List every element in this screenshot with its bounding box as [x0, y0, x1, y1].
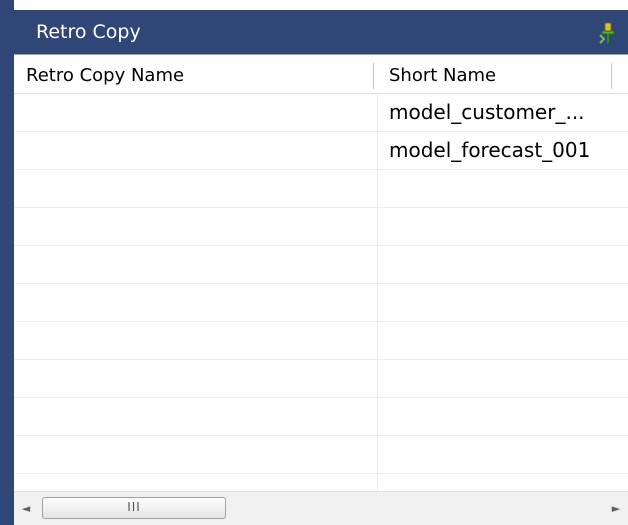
empty-row — [14, 246, 628, 284]
column-header-retro-copy-name[interactable]: Retro Copy Name — [26, 59, 372, 93]
empty-row — [14, 284, 628, 322]
empty-row — [14, 436, 628, 474]
horizontal-scrollbar[interactable]: ◄ III ► — [14, 491, 628, 525]
retro-copy-panel: Retro Copy Retro Copy Name Short Name mo… — [0, 0, 628, 525]
column-separator[interactable] — [611, 63, 612, 89]
pin-icon[interactable] — [596, 21, 620, 45]
empty-row — [14, 170, 628, 208]
panel-left-border — [0, 0, 14, 525]
scroll-right-arrow-icon[interactable]: ► — [604, 492, 628, 525]
table-row[interactable]: model_forecast_001 model_forecast_001 — [14, 132, 628, 170]
column-header-short-name[interactable]: Short Name — [389, 59, 609, 93]
empty-row — [14, 322, 628, 360]
table-header: Retro Copy Name Short Name — [14, 59, 628, 94]
empty-row — [14, 398, 628, 436]
empty-row — [14, 208, 628, 246]
grid-area: Retro Copy Name Short Name model_custome… — [14, 54, 628, 525]
column-separator[interactable] — [373, 63, 374, 89]
table-body: model_customer_001 model_customer_... mo… — [14, 94, 628, 512]
scroll-left-arrow-icon[interactable]: ◄ — [14, 492, 38, 525]
panel-title: Retro Copy — [36, 21, 141, 43]
panel-titlebar: Retro Copy — [14, 10, 628, 54]
scrollbar-thumb[interactable]: III — [42, 497, 226, 519]
cell-short-name: model_forecast_001 — [389, 138, 591, 162]
table-row[interactable]: model_customer_001 model_customer_... — [14, 94, 628, 132]
empty-row — [14, 360, 628, 398]
cell-short-name: model_customer_... — [389, 100, 585, 124]
